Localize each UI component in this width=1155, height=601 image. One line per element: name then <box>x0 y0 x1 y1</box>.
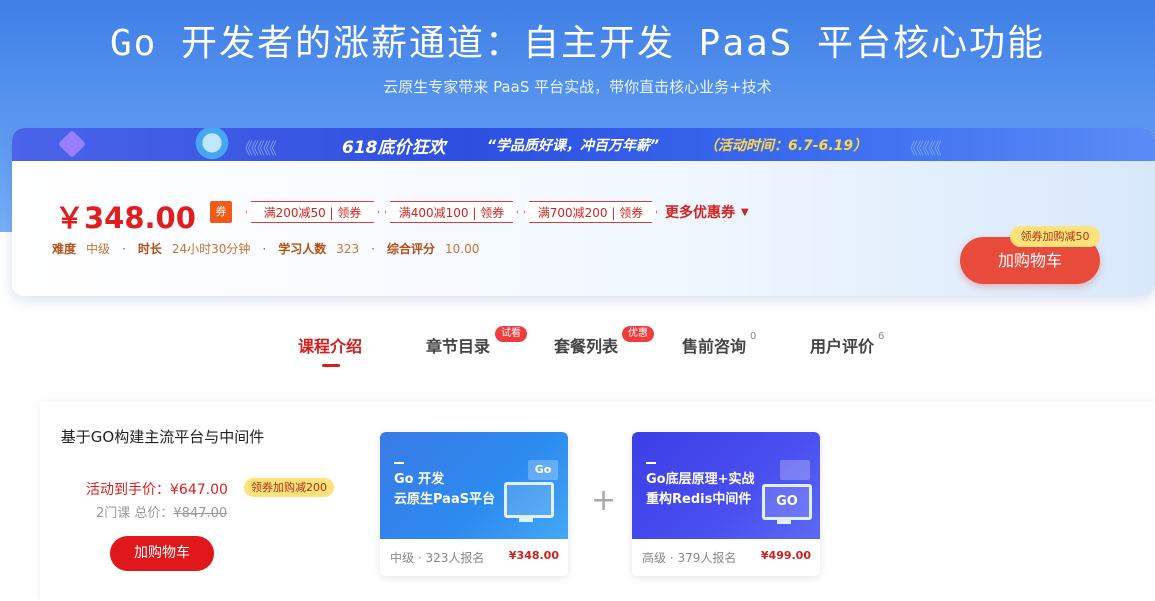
coupon-label: 满200减50 | 领券 <box>263 206 362 220</box>
course-cover: Go 开发 云原生PaaS平台 Go <box>380 432 568 539</box>
caret-down-icon: ▼ <box>741 207 749 218</box>
course-cover: Go底层原理+实战 重构Redis中间件 GO <box>632 432 820 539</box>
cart-discount-tag: 领券加购减50 <box>1010 226 1100 247</box>
course-cover-title: Go底层原理+实战 重构Redis中间件 <box>646 470 755 510</box>
monitor-go-icon: GO <box>762 484 812 520</box>
course-cover-title: Go 开发 云原生PaaS平台 <box>394 470 495 510</box>
cover-line-2: 重构Redis中间件 <box>646 492 752 507</box>
banner-time: （活动时间：6.7-6.19） <box>704 138 868 154</box>
arrows-right-decoration: 《《《《《 <box>902 139 942 158</box>
tab-course-intro[interactable]: 课程介绍 <box>298 333 362 357</box>
tab-presale-consult[interactable]: 售前咨询 <box>682 333 746 357</box>
more-coupons-dropdown[interactable]: 更多优惠券 ▼ <box>665 202 749 222</box>
cover-line-1: Go 开发 <box>394 472 445 487</box>
separator-dot: · <box>122 242 126 256</box>
monitor-cloud-icon <box>504 482 554 518</box>
course-level: 高级 · 379人报名 <box>642 551 737 565</box>
more-coupons-label: 更多优惠券 <box>665 205 735 221</box>
package-name: 基于GO构建主流平台与中间件 <box>60 428 265 446</box>
tab-packages[interactable]: 套餐列表 <box>554 333 618 357</box>
separator-dot: · <box>371 242 375 256</box>
review-count: 6 <box>878 331 885 342</box>
cover-line-2: 云原生PaaS平台 <box>394 492 496 507</box>
package-add-to-cart-button[interactable]: 加购物车 <box>110 536 214 571</box>
difficulty-label: 难度 <box>52 242 77 256</box>
course-level: 中级 · 323人报名 <box>390 551 485 565</box>
learners-value: 323 <box>336 242 360 256</box>
package-original-price: ¥847.00 <box>173 506 228 521</box>
course-card-redis[interactable]: Go底层原理+实战 重构Redis中间件 GO 高级 · 379人报名 ¥499… <box>632 432 820 576</box>
rocket-mascot-icon <box>192 128 232 161</box>
diamond-icon <box>57 129 87 159</box>
plus-icon: + <box>591 483 617 518</box>
tab-user-reviews[interactable]: 用户评价 <box>810 333 874 357</box>
arrows-left-decoration: 《《《《《 <box>237 139 277 158</box>
duration-label: 时长 <box>137 242 162 256</box>
course-price-small: ¥348.00 <box>508 549 559 562</box>
card-body: ￥348.00 券 满200减50 | 领券 满400减100 | 领券 满70… <box>12 161 1155 296</box>
coupon-label: 满700减200 | 领券 <box>537 206 644 220</box>
course-price-small: ¥499.00 <box>760 549 811 562</box>
tab-chapters[interactable]: 章节目录 <box>426 333 490 357</box>
coupon-200-50[interactable]: 满200减50 | 领券 <box>246 201 379 223</box>
consult-count: 0 <box>750 331 757 342</box>
course-card-paas[interactable]: Go 开发 云原生PaaS平台 Go 中级 · 323人报名 ¥348.00 <box>380 432 568 576</box>
rating-value: 10.00 <box>445 242 480 256</box>
coupon-400-100[interactable]: 满400减100 | 领券 <box>385 201 518 223</box>
package-price: 活动到手价：¥647.00 <box>86 482 228 498</box>
promo-banner: 《《《《《 618底价狂欢 “学品质好课，冲百万年薪” （活动时间：6.7-6.… <box>12 128 1155 161</box>
coupon-700-200[interactable]: 满700减200 | 领券 <box>524 201 657 223</box>
coupon-label: 满400减100 | 领券 <box>398 206 505 220</box>
course-meta: 难度 中级 · 时长 24小时30分钟 · 学习人数 323 · 综合评分 10.00 <box>52 240 479 257</box>
rating-label: 综合评分 <box>387 242 436 256</box>
go-logo-icon: Go <box>528 460 558 480</box>
learners-label: 学习人数 <box>278 242 327 256</box>
page-subtitle: 云原生专家带来 PaaS 平台实战，带你直击核心业务+技术 <box>383 78 772 96</box>
package-total: 2门课 总价：¥847.00 <box>96 502 227 521</box>
duration-value: 24小时30分钟 <box>171 242 251 256</box>
purchase-card: 《《《《《 618底价狂欢 “学品质好课，冲百万年薪” （活动时间：6.7-6.… <box>12 128 1155 296</box>
package-total-label: 2门课 总价： <box>96 506 174 521</box>
active-tab-indicator <box>322 364 340 367</box>
page-title: Go 开发者的涨薪通道：自主开发 PaaS 平台核心功能 <box>109 23 1046 64</box>
package-discount-tag: 领券加购减200 <box>244 478 334 497</box>
coupon-badge: 券 <box>210 201 232 223</box>
banner-title: 618底价狂欢 <box>342 138 446 158</box>
course-price: ￥348.00 <box>55 201 196 235</box>
cover-line-1: Go底层原理+实战 <box>646 472 755 487</box>
preview-badge: 试看 <box>495 326 527 342</box>
banner-slogan: “学品质好课，冲百万年薪” <box>487 138 660 154</box>
separator-dot: · <box>262 242 267 256</box>
discount-badge: 优惠 <box>622 326 654 342</box>
difficulty-value: 中级 <box>86 242 111 256</box>
chart-icon <box>780 460 810 480</box>
